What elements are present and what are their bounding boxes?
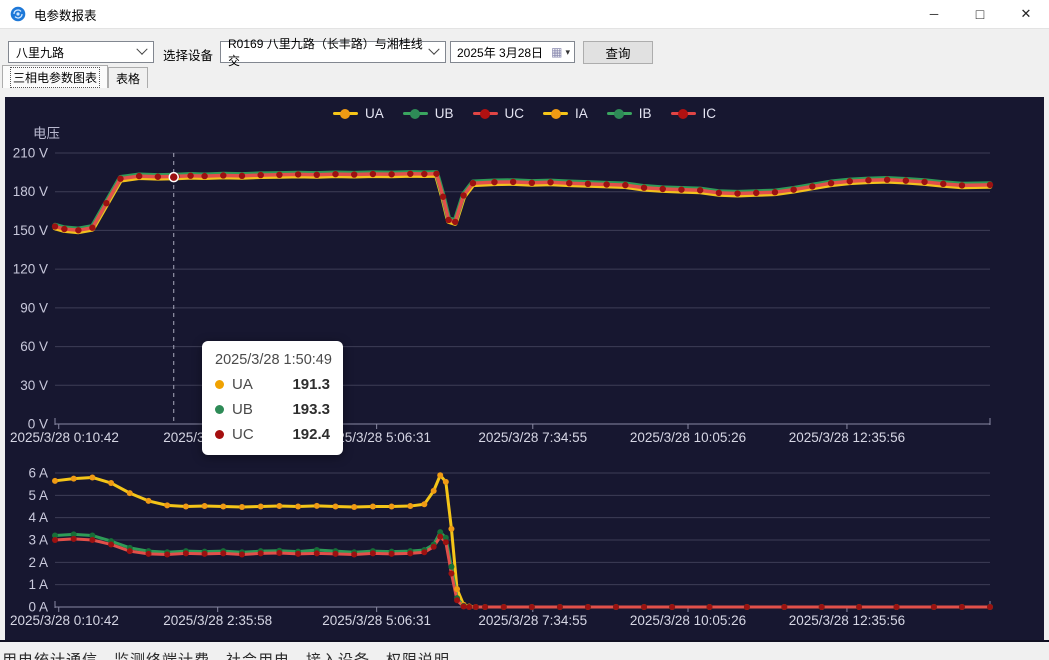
app-icon [10,6,26,22]
device-select[interactable]: R0169 八里九路（长丰路）与湘桂线交 [220,41,446,63]
legend-line-icon [607,112,632,115]
svg-text:2025/3/28 12:35:56: 2025/3/28 12:35:56 [789,613,905,628]
series-dot-icon [215,430,224,439]
maximize-icon: □ [976,6,984,22]
tooltip-row: UC 192.4 [215,426,330,443]
chart-panel: UAUBUCIAIBIC 210 V180 V150 V120 V90 V60 … [5,97,1044,640]
tooltip-timestamp: 2025/3/28 1:50:49 [215,352,330,368]
legend-line-icon [543,112,568,115]
legend-line-icon [473,112,498,115]
tab-strip: 三相电参数图表 表格 [2,66,148,88]
legend-item-ic[interactable]: IC [671,106,717,121]
series-value: 191.3 [278,376,330,393]
svg-text:2025/3/28 7:34:55: 2025/3/28 7:34:55 [478,430,587,445]
highlight-marker [169,173,178,182]
svg-text:6 A: 6 A [28,466,48,481]
legend-dot-icon [551,109,561,119]
close-button[interactable]: ✕ [1003,0,1049,28]
legend-dot-icon [678,109,688,119]
chart-tooltip: 2025/3/28 1:50:49 UA 191.3 UB 193.3 UC 1… [202,341,343,455]
svg-text:120 V: 120 V [13,262,48,277]
tooltip-row: UB 193.3 [215,401,330,418]
series-value: 192.4 [278,426,330,443]
svg-text:2025/3/28 2:35:58: 2025/3/28 2:35:58 [163,613,272,628]
device-label: 选择设备 [163,45,213,64]
window-controls: ─ □ ✕ [911,0,1049,28]
svg-text:2025/3/28 0:10:42: 2025/3/28 0:10:42 [10,613,119,628]
query-button[interactable]: 查询 [583,41,653,64]
svg-text:2025/3/28 12:35:56: 2025/3/28 12:35:56 [789,430,905,445]
date-picker[interactable]: 2025年 3月28日 ▦ ▾ [450,41,575,63]
legend-dot-icon [410,109,420,119]
window-titlebar: 电参数报表 ─ □ ✕ [0,0,1049,28]
tab-table[interactable]: 表格 [108,67,148,88]
svg-text:3 A: 3 A [28,533,48,548]
series-dot-icon [215,405,224,414]
chevron-down-icon [428,44,439,55]
window-title: 电参数报表 [34,5,911,24]
svg-text:4 A: 4 A [28,510,48,525]
toolbar: 八里九路 选择设备 R0169 八里九路（长丰路）与湘桂线交 2025年 3月2… [0,28,1049,67]
legend-line-icon [671,112,696,115]
svg-text:5 A: 5 A [28,488,48,503]
svg-text:电压: 电压 [33,126,60,141]
legend-item-ia[interactable]: IA [543,106,588,121]
svg-text:2025/3/28 10:05:26: 2025/3/28 10:05:26 [630,613,746,628]
legend-dot-icon [340,109,350,119]
svg-text:2025/3/28 0:10:42: 2025/3/28 0:10:42 [10,430,119,445]
date-dropdown-arrow-icon: ▾ [565,47,570,58]
background-window-text: 用电统计通信 监测终端计费 社会用电 接入设备 权限说明 [0,642,1049,660]
tooltip-row: UA 191.3 [215,376,330,393]
legend-line-icon [403,112,428,115]
legend-line-icon [333,112,358,115]
svg-text:180 V: 180 V [13,184,48,199]
svg-text:150 V: 150 V [13,223,48,238]
svg-text:60 V: 60 V [20,339,48,354]
chart-legend: UA UB UC IA IB IC [5,106,1044,121]
voltage-chart: 210 V180 V150 V120 V90 V60 V30 V0 V2025/… [10,126,993,445]
app-window: 电参数报表 ─ □ ✕ 八里九路 选择设备 R0169 八里九路（长丰路）与湘桂… [0,0,1049,658]
svg-text:2 A: 2 A [28,555,48,570]
background-window-strip: 用电统计通信 监测终端计费 社会用电 接入设备 权限说明 [0,640,1049,660]
svg-text:1 A: 1 A [28,577,48,592]
maximize-button[interactable]: □ [957,0,1003,28]
current-chart: 6 A5 A4 A3 A2 A1 A0 A2025/3/28 0:10:4220… [10,466,993,629]
legend-item-ub[interactable]: UB [403,106,454,121]
svg-text:2025/3/28 7:34:55: 2025/3/28 7:34:55 [478,613,587,628]
series-name: UB [232,401,253,418]
series-value: 193.3 [278,401,330,418]
legend-item-ua[interactable]: UA [333,106,384,121]
legend-item-uc[interactable]: UC [473,106,525,121]
minimize-button[interactable]: ─ [911,0,957,28]
svg-text:90 V: 90 V [20,300,48,315]
svg-text:210 V: 210 V [13,146,48,161]
charts-canvas[interactable]: 210 V180 V150 V120 V90 V60 V30 V0 V2025/… [5,97,1044,640]
area-select[interactable]: 八里九路 [8,41,154,63]
svg-text:2025/3/28 10:05:26: 2025/3/28 10:05:26 [630,430,746,445]
legend-dot-icon [614,109,624,119]
svg-text:30 V: 30 V [20,378,48,393]
chevron-down-icon [136,44,147,55]
series-dot-icon [215,380,224,389]
series-name: UA [232,376,253,393]
series-name: UC [232,426,254,443]
close-icon: ✕ [1021,6,1032,22]
legend-dot-icon [480,109,490,119]
tab-chart[interactable]: 三相电参数图表 [2,65,108,88]
svg-text:2025/3/28 5:06:31: 2025/3/28 5:06:31 [322,613,431,628]
calendar-icon: ▦ [551,46,562,58]
legend-item-ib[interactable]: IB [607,106,652,121]
minimize-icon: ─ [930,7,939,21]
